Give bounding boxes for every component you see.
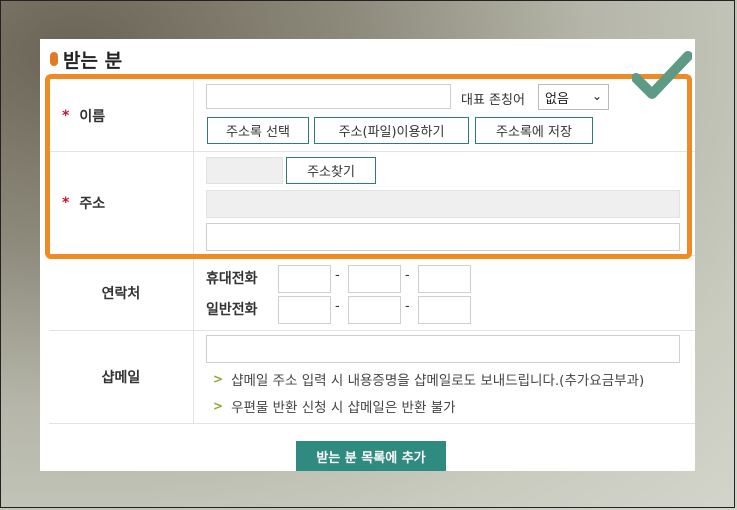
phone-label: 일반전화 bbox=[206, 302, 258, 318]
shopmail-label: 샵메일 bbox=[49, 330, 194, 423]
shopmail-note-2: > 우편물 반환 신청 시 샵메일은 반환 불가 bbox=[213, 396, 456, 416]
title-marker-icon bbox=[50, 52, 58, 66]
mobile-part2-input[interactable] bbox=[348, 265, 401, 293]
dash: - bbox=[405, 299, 410, 314]
note-text: 우편물 반환 신청 시 샵메일은 반환 불가 bbox=[231, 400, 456, 416]
phone-part3-input[interactable] bbox=[418, 296, 471, 324]
dash: - bbox=[405, 268, 410, 283]
mobile-label: 휴대전화 bbox=[206, 271, 258, 287]
checkmark-icon bbox=[632, 51, 692, 99]
section-title: 받는 분 bbox=[63, 49, 123, 72]
dash: - bbox=[335, 299, 340, 314]
dash: - bbox=[335, 268, 340, 283]
mobile-part1-input[interactable] bbox=[278, 265, 331, 293]
bullet-arrow-icon: > bbox=[213, 399, 224, 413]
bullet-arrow-icon: > bbox=[213, 372, 224, 386]
shopmail-input[interactable] bbox=[206, 335, 680, 363]
section-header: 받는 분 bbox=[50, 48, 123, 72]
contact-label: 연락처 bbox=[49, 255, 194, 330]
note-text: 샵메일 주소 입력 시 내용증명을 샵메일로도 보내드립니다.(추가요금부과) bbox=[231, 373, 645, 389]
phone-part2-input[interactable] bbox=[348, 296, 401, 324]
mobile-part3-input[interactable] bbox=[418, 265, 471, 293]
phone-part1-input[interactable] bbox=[278, 296, 331, 324]
shopmail-note-1: > 샵메일 주소 입력 시 내용증명을 샵메일로도 보내드립니다.(추가요금부과… bbox=[213, 369, 644, 389]
add-recipient-button[interactable]: 받는 분 목록에 추가 bbox=[296, 441, 446, 471]
highlight-box bbox=[45, 74, 692, 259]
